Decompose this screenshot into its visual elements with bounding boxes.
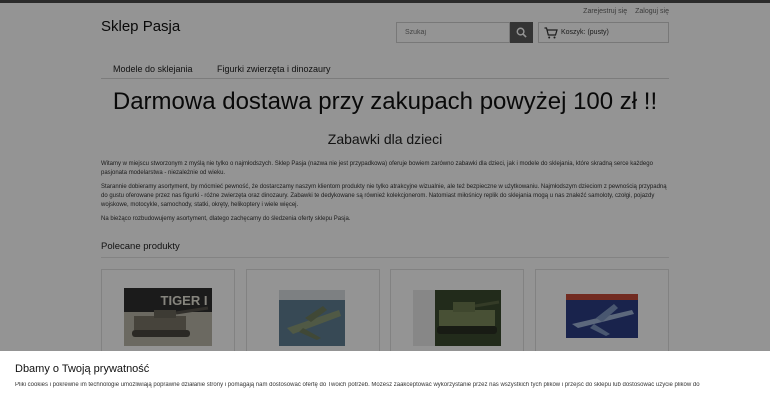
modal-overlay[interactable] bbox=[0, 0, 770, 393]
cookie-text: Pliki cookies i pokrewne im technologie … bbox=[15, 382, 700, 388]
cookie-title: Dbamy o Twoją prywatność bbox=[15, 363, 150, 375]
cookie-banner: Dbamy o Twoją prywatność Pliki cookies i… bbox=[0, 351, 770, 393]
